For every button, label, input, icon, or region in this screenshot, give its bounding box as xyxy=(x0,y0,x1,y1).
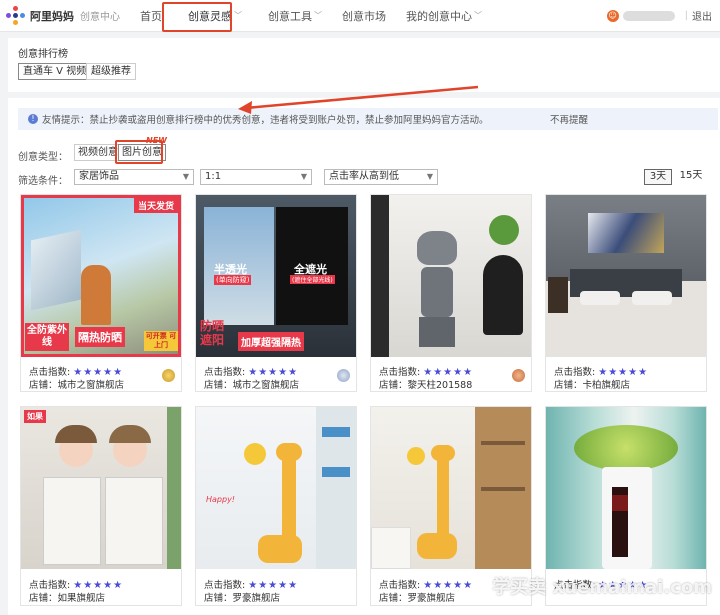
ranking-title: 创意排行榜 xyxy=(18,49,68,60)
chevron-down-icon: ▼ xyxy=(426,172,433,181)
shop-name[interactable]: 店铺：罗豪旗舰店 xyxy=(379,590,455,604)
medal-icon xyxy=(337,369,350,382)
logo-subtitle: 创意中心 xyxy=(80,12,120,23)
tab-ztc-video[interactable]: 直通车 V 视频 xyxy=(18,63,92,80)
creative-type-label: 创意类型： xyxy=(18,152,68,163)
tab-super-recommend[interactable]: 超级推荐 xyxy=(86,63,136,80)
ratio-select[interactable]: 1:1 ▼ xyxy=(200,169,312,185)
card-image: 半透光 (单向防窥) 全遮光 (遮住全部光线) 防晒遮阳 加厚超强隔热 xyxy=(196,195,356,357)
chevron-down-icon: ﹀ xyxy=(314,11,322,20)
sort-select[interactable]: 点击率从高到低 ▼ xyxy=(324,169,438,185)
nav-home-label: 首页 xyxy=(140,9,162,23)
nav-my-creative-center[interactable]: 我的创意中心 ﹀ xyxy=(406,0,482,32)
click-index: 点击指数: ★★★★★ xyxy=(29,577,123,591)
avatar[interactable]: ☺ xyxy=(606,9,619,22)
logout-link[interactable]: 退出 xyxy=(692,8,712,23)
card-image: 当天发货 全防紫外线 隔热防晒 可开票 可上门 xyxy=(21,195,181,357)
medal-icon xyxy=(162,369,175,382)
card-overlay-text: 防晒遮阳 xyxy=(200,319,225,347)
nav-creative-market[interactable]: 创意市场 xyxy=(342,0,386,32)
dismiss-notice-link[interactable]: 不再提醒 xyxy=(550,112,588,126)
shop-name[interactable]: 店铺：如果旗舰店 xyxy=(29,590,105,604)
medal-icon xyxy=(512,369,525,382)
ratio-value: 1:1 xyxy=(205,171,222,182)
annotation-box-nav xyxy=(162,2,232,32)
notice-text: 友情提示：禁止抄袭或盗用创意排行榜中的优秀创意，违者将受到账户处罚，禁止参加阿里… xyxy=(42,115,489,126)
user-area: ☺ | 退出 xyxy=(606,8,712,23)
click-index: 点击指数: ★★★★★ xyxy=(204,364,298,378)
card-image xyxy=(371,195,531,357)
card-image: 如果 xyxy=(21,407,181,569)
nav-my-center-label: 我的创意中心 xyxy=(406,9,472,23)
logo-text: 阿里妈妈 xyxy=(30,9,74,23)
creative-card[interactable]: 如果 点击指数: ★★★★★ 店铺：如果旗舰店 xyxy=(20,406,182,606)
chevron-down-icon: ▼ xyxy=(300,172,307,181)
divider: | xyxy=(684,10,688,21)
username-blurred xyxy=(622,10,675,21)
card-overlay-text: Happy! xyxy=(206,495,236,504)
annotation-box-image-creative xyxy=(115,140,163,164)
notice-bar: ! 友情提示：禁止抄袭或盗用创意排行榜中的优秀创意，违者将受到账户处罚，禁止参加… xyxy=(18,108,718,130)
card-overlay-text: 全防紫外线 xyxy=(25,323,69,351)
creative-card[interactable]: 当天发货 全防紫外线 隔热防晒 可开票 可上门 点击指数: ★★★★★ 店铺：城… xyxy=(20,194,182,392)
card-overlay-text: 加厚超强隔热 xyxy=(238,332,304,351)
creative-card[interactable]: 点击指数: ★★★★★ 店铺：黎天柱201588 xyxy=(370,194,532,392)
card-overlay-text: (单向防窥) xyxy=(214,275,252,285)
category-value: 家居饰品 xyxy=(79,171,119,182)
top-nav: 阿里妈妈 创意中心 首页 创意灵感 ﹀ 创意工具 ﹀ 创意市场 我的创意中心 ﹀ ☺ … xyxy=(0,0,720,32)
days-3-button[interactable]: 3天 xyxy=(644,169,672,185)
card-overlay-text: 可开票 可上门 xyxy=(144,331,178,351)
chevron-down-icon: ▼ xyxy=(182,172,189,181)
watermark: 学买卖 xuemaimai.com xyxy=(492,577,712,598)
creative-card[interactable]: Happy! 点击指数: ★★★★★ 店铺：罗豪旗舰店 xyxy=(195,406,357,606)
card-image xyxy=(546,195,706,357)
days-15-button[interactable]: 15天 xyxy=(676,169,706,185)
nav-creative-tools[interactable]: 创意工具 ﹀ xyxy=(268,0,322,32)
click-index: 点击指数: ★★★★★ xyxy=(554,364,648,378)
card-image xyxy=(371,407,531,569)
click-index: 点击指数: ★★★★★ xyxy=(379,364,473,378)
ranking-panel: 创意排行榜 直通车 V 视频 超级推荐 xyxy=(8,38,720,92)
click-index: 点击指数: ★★★★★ xyxy=(204,577,298,591)
nav-tools-label: 创意工具 xyxy=(268,9,312,23)
creative-card[interactable]: 点击指数: ★★★★★ 店铺：卡柏旗舰店 xyxy=(545,194,707,392)
category-select[interactable]: 家居饰品 ▼ xyxy=(74,169,194,185)
chevron-down-icon: ﹀ xyxy=(474,11,482,20)
card-image xyxy=(546,407,706,569)
card-overlay-text: (遮住全部光线) xyxy=(290,275,335,284)
shop-name[interactable]: 店铺：黎天柱201588 xyxy=(379,377,472,391)
click-index: 点击指数: ★★★★★ xyxy=(379,577,473,591)
nav-market-label: 创意市场 xyxy=(342,9,386,23)
card-image: Happy! xyxy=(196,407,356,569)
shop-name[interactable]: 店铺：罗豪旗舰店 xyxy=(204,590,280,604)
creative-card[interactable]: 半透光 (单向防窥) 全遮光 (遮住全部光线) 防晒遮阳 加厚超强隔热 点击指数… xyxy=(195,194,357,392)
filter-label: 筛选条件： xyxy=(18,176,68,187)
logo-icon xyxy=(6,5,26,26)
sort-value: 点击率从高到低 xyxy=(329,171,399,182)
nav-home[interactable]: 首页 xyxy=(140,0,162,32)
shop-name[interactable]: 店铺：城市之窗旗舰店 xyxy=(29,377,124,391)
shop-name[interactable]: 店铺：卡柏旗舰店 xyxy=(554,377,630,391)
chevron-down-icon: ﹀ xyxy=(234,11,242,20)
logo[interactable]: 阿里妈妈 创意中心 xyxy=(6,5,120,26)
click-index: 点击指数: ★★★★★ xyxy=(29,364,123,378)
main-panel: ! 友情提示：禁止抄袭或盗用创意排行榜中的优秀创意，违者将受到账户处罚，禁止参加… xyxy=(8,98,720,615)
card-overlay-text: 隔热防晒 xyxy=(75,327,125,347)
info-icon: ! xyxy=(28,114,38,124)
card-brand-badge: 如果 xyxy=(24,410,46,423)
shop-name[interactable]: 店铺：城市之窗旗舰店 xyxy=(204,377,299,391)
card-ribbon-text: 当天发货 xyxy=(133,198,178,213)
